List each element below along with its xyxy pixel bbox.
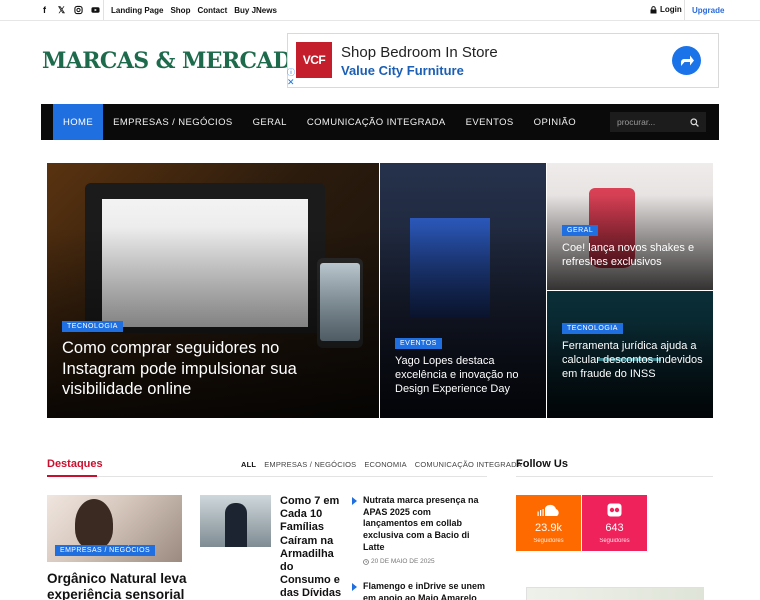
sidebar-ad-image[interactable] bbox=[526, 587, 704, 600]
ad-close-icon[interactable]: ✕ bbox=[287, 77, 295, 88]
list-item[interactable]: Nutrata marca presença na APAS 2025 com … bbox=[352, 495, 488, 565]
nav-item-opiniao[interactable]: OPINIÃO bbox=[524, 104, 586, 140]
thumbnail-figure bbox=[75, 499, 113, 549]
section-divider bbox=[516, 476, 713, 477]
social-links: f 𝕏 bbox=[40, 4, 100, 16]
site-logo[interactable]: MARCAS & MERCADOS bbox=[42, 48, 326, 74]
list-item[interactable]: Flamengo e inDrive se unem em apoio ao M… bbox=[352, 581, 488, 600]
soundcloud-icon bbox=[537, 504, 559, 516]
post-date: 20 DE MAIO DE 2025 bbox=[363, 558, 488, 565]
filter-all[interactable]: ALL bbox=[241, 460, 256, 469]
section-divider-accent bbox=[47, 475, 97, 477]
hero-main-post[interactable]: TECNOLOGIA Como comprar seguidores no In… bbox=[47, 163, 379, 418]
filter-comunicacao-integrada[interactable]: COMUNICAÇÃO INTEGRADA bbox=[415, 460, 522, 469]
hero-main-title[interactable]: Como comprar seguidores no Instagram pod… bbox=[62, 338, 352, 400]
ad-arrow-button[interactable] bbox=[672, 46, 701, 75]
lock-icon bbox=[650, 5, 657, 13]
hero-bottom-right-title[interactable]: Ferramenta jurídica ajuda a calcular des… bbox=[562, 340, 704, 381]
search-icon[interactable] bbox=[690, 117, 699, 127]
top-link-landing-page[interactable]: Landing Page bbox=[111, 6, 163, 15]
nav-item-comunicacao-integrada[interactable]: COMUNICAÇÃO INTEGRADA bbox=[297, 104, 456, 140]
top-link-shop[interactable]: Shop bbox=[170, 6, 190, 15]
section-divider bbox=[47, 476, 487, 477]
login-link[interactable]: Login bbox=[650, 5, 682, 14]
hero-middle-title[interactable]: Yago Lopes destaca excelência e inovação… bbox=[395, 355, 537, 396]
post-title[interactable]: Orgânico Natural leva experiência sensor… bbox=[47, 571, 187, 600]
nav-item-eventos[interactable]: EVENTOS bbox=[456, 104, 524, 140]
clock-icon bbox=[363, 559, 369, 565]
chevron-right-icon bbox=[352, 583, 357, 592]
ad-subtitle: Value City Furniture bbox=[341, 63, 464, 78]
top-link-contact[interactable]: Contact bbox=[197, 6, 227, 15]
nav-item-geral[interactable]: GERAL bbox=[243, 104, 297, 140]
section-title-follow-us: Follow Us bbox=[516, 458, 568, 470]
hero-bottom-right-post[interactable]: TECNOLOGIA Ferramenta jurídica ajuda a c… bbox=[547, 291, 713, 418]
login-label: Login bbox=[660, 5, 682, 14]
category-badge[interactable]: EVENTOS bbox=[395, 338, 442, 349]
upgrade-link[interactable]: Upgrade bbox=[684, 0, 724, 20]
follower-label: Seguidores bbox=[533, 538, 564, 544]
soundcloud-follow-box[interactable]: 23.9k Seguidores bbox=[516, 495, 581, 551]
flickr-follow-box[interactable]: 643 Seguidores bbox=[582, 495, 647, 551]
hero-middle-post[interactable]: EVENTOS Yago Lopes destaca excelência e … bbox=[380, 163, 546, 418]
filter-economia[interactable]: ECONOMIA bbox=[364, 460, 406, 469]
x-icon[interactable]: 𝕏 bbox=[57, 4, 66, 16]
category-badge[interactable]: TECNOLOGIA bbox=[562, 323, 623, 334]
thumbnail-figure bbox=[225, 503, 247, 547]
follower-count: 23.9k bbox=[535, 522, 562, 534]
nav-item-home[interactable]: HOME bbox=[53, 104, 104, 140]
filter-empresas-negocios[interactable]: EMPRESAS / NEGÓCIOS bbox=[264, 460, 356, 469]
post-date-text: 20 DE MAIO DE 2025 bbox=[371, 558, 435, 566]
nav-item-empresas-negocios[interactable]: EMPRESAS / NEGÓCIOS bbox=[103, 104, 243, 140]
search-input[interactable]: procurar... bbox=[610, 112, 706, 132]
ad-banner[interactable]: VCF Shop Bedroom In Store Value City Fur… bbox=[287, 33, 719, 88]
list-item-title[interactable]: Nutrata marca presença na APAS 2025 com … bbox=[363, 495, 488, 553]
instagram-icon[interactable] bbox=[74, 4, 83, 16]
section-title-destaques: Destaques bbox=[47, 458, 103, 470]
ad-logo: VCF bbox=[296, 42, 332, 78]
follower-label: Seguidores bbox=[599, 538, 630, 544]
facebook-icon[interactable]: f bbox=[40, 4, 49, 16]
list-item-title[interactable]: Flamengo e inDrive se unem em apoio ao M… bbox=[363, 581, 488, 600]
flickr-icon bbox=[607, 503, 622, 517]
hero-top-right-title[interactable]: Coe! lança novos shakes e refreshes excl… bbox=[562, 242, 704, 270]
chevron-right-icon bbox=[352, 497, 357, 505]
category-badge[interactable]: EMPRESAS / NEGÓCIOS bbox=[55, 545, 156, 556]
category-badge[interactable]: TECNOLOGIA bbox=[62, 321, 123, 332]
section-filters: ALL EMPRESAS / NEGÓCIOS ECONOMIA COMUNIC… bbox=[241, 460, 522, 469]
youtube-icon[interactable] bbox=[91, 4, 100, 16]
top-links: Landing Page Shop Contact Buy JNews bbox=[103, 0, 284, 20]
post-title[interactable]: Como 7 em Cada 10 Famílias Caíram na Arm… bbox=[280, 495, 342, 600]
follower-count: 643 bbox=[605, 522, 624, 534]
arrow-right-icon bbox=[680, 55, 694, 66]
post-list: Nutrata marca presença na APAS 2025 com … bbox=[352, 495, 488, 600]
category-badge[interactable]: GERAL bbox=[562, 225, 599, 236]
ad-title: Shop Bedroom In Store bbox=[341, 44, 498, 61]
top-bar: f 𝕏 Landing Page Shop Contact Buy JNews … bbox=[0, 0, 760, 21]
search-placeholder: procurar... bbox=[617, 117, 656, 127]
main-nav: HOME EMPRESAS / NEGÓCIOS GERAL COMUNICAÇ… bbox=[41, 104, 719, 140]
hero-top-right-post[interactable]: GERAL Coe! lança novos shakes e refreshe… bbox=[547, 163, 713, 290]
top-link-buy-jnews[interactable]: Buy JNews bbox=[234, 6, 277, 15]
post-thumbnail[interactable] bbox=[200, 495, 271, 547]
